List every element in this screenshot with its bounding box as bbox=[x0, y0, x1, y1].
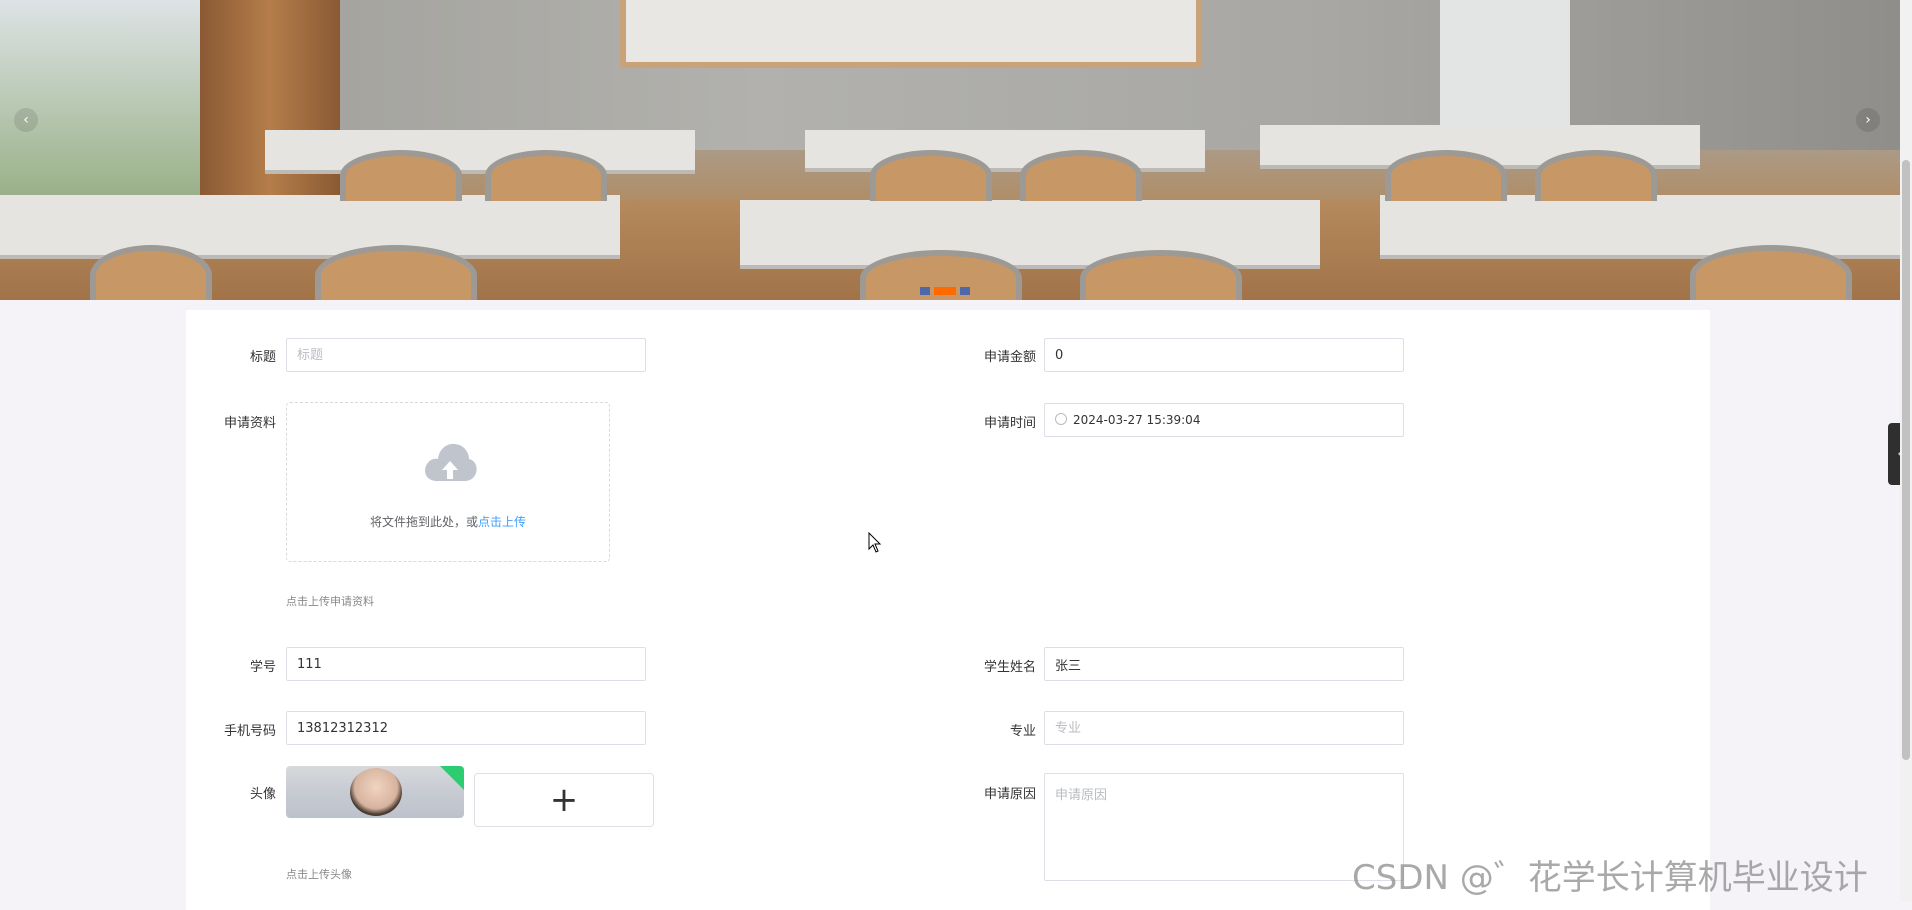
reason-textarea[interactable] bbox=[1044, 773, 1404, 881]
banner-chair bbox=[870, 150, 992, 201]
major-label: 专业 bbox=[1009, 724, 1036, 739]
phone-input[interactable] bbox=[286, 711, 646, 745]
banner-desk bbox=[265, 130, 695, 174]
avatar-hint: 点击上传头像 bbox=[286, 868, 352, 881]
amount-input[interactable] bbox=[1044, 338, 1404, 372]
amount-label: 申请金额 bbox=[983, 350, 1036, 365]
application-form: 标题 申请金额 申请资料 将文件拖到此处，或点击上传 点击上传申请资料 申请时间… bbox=[186, 310, 1710, 910]
banner-carousel: ‹ › bbox=[0, 0, 1900, 300]
student-no-input[interactable] bbox=[286, 647, 646, 681]
carousel-indicators bbox=[920, 287, 970, 295]
banner-chair bbox=[485, 150, 607, 201]
avatar-add-button[interactable]: + bbox=[474, 773, 654, 827]
banner-chair bbox=[315, 245, 477, 300]
time-label: 申请时间 bbox=[983, 416, 1036, 431]
banner-chair bbox=[1690, 245, 1852, 300]
carousel-dot[interactable] bbox=[920, 287, 930, 295]
student-no-label: 学号 bbox=[249, 660, 276, 675]
banner-door bbox=[1440, 0, 1570, 130]
student-name-label: 学生姓名 bbox=[983, 660, 1036, 675]
materials-label: 申请资料 bbox=[223, 416, 276, 431]
banner-chair bbox=[1535, 150, 1657, 201]
banner-chair bbox=[90, 245, 212, 300]
upload-instructions: 将文件拖到此处，或点击上传 bbox=[287, 513, 609, 530]
title-label: 标题 bbox=[249, 350, 276, 365]
watermark: CSDN @゛花学长计算机毕业设计 bbox=[1352, 858, 1868, 898]
materials-upload-dropzone[interactable]: 将文件拖到此处，或点击上传 bbox=[286, 402, 610, 562]
cloud-upload-icon bbox=[425, 443, 477, 481]
clock-icon bbox=[1055, 413, 1067, 425]
avatar-label: 头像 bbox=[249, 787, 276, 802]
carousel-next-button[interactable]: › bbox=[1856, 108, 1880, 132]
avatar-thumbnail[interactable] bbox=[286, 766, 464, 818]
banner-desk bbox=[1380, 195, 1900, 259]
mouse-cursor-icon bbox=[868, 532, 882, 553]
materials-hint: 点击上传申请资料 bbox=[286, 595, 374, 608]
reason-label: 申请原因 bbox=[983, 787, 1036, 802]
banner-desk bbox=[740, 200, 1320, 269]
time-picker[interactable]: 2024-03-27 15:39:04 bbox=[1044, 403, 1404, 437]
time-value: 2024-03-27 15:39:04 bbox=[1073, 413, 1201, 427]
plus-icon: + bbox=[549, 780, 579, 820]
check-icon bbox=[440, 766, 464, 790]
title-input[interactable] bbox=[286, 338, 646, 372]
banner-chair bbox=[1080, 250, 1242, 300]
banner-desk bbox=[0, 195, 620, 259]
banner-desk bbox=[805, 130, 1205, 172]
major-input[interactable] bbox=[1044, 711, 1404, 745]
chevron-left-icon: ‹ bbox=[23, 112, 29, 128]
page-scrollbar[interactable] bbox=[1900, 0, 1912, 902]
chevron-right-icon: › bbox=[1865, 112, 1871, 128]
carousel-dot-active[interactable] bbox=[934, 287, 956, 295]
carousel-prev-button[interactable]: ‹ bbox=[14, 108, 38, 132]
banner-chair bbox=[1385, 150, 1507, 201]
phone-label: 手机号码 bbox=[223, 724, 276, 739]
banner-whiteboard bbox=[620, 0, 1202, 68]
banner-chair bbox=[1020, 150, 1142, 201]
upload-link[interactable]: 点击上传 bbox=[478, 515, 526, 529]
carousel-dot[interactable] bbox=[960, 287, 970, 295]
banner-chair bbox=[340, 150, 462, 201]
upload-text: 将文件拖到此处，或 bbox=[369, 515, 478, 529]
scrollbar-thumb[interactable] bbox=[1902, 160, 1910, 760]
avatar-face bbox=[350, 768, 402, 816]
student-name-input[interactable] bbox=[1044, 647, 1404, 681]
